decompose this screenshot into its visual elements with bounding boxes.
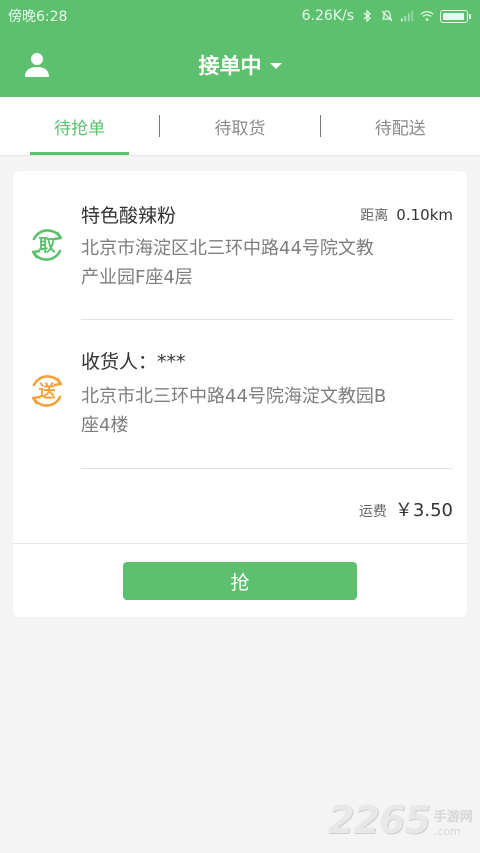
tab-pending-delivery[interactable]: 待配送 [321, 97, 480, 155]
card-divider [13, 543, 467, 544]
pickup-address-line: 北京市海淀区北三环中路44号院文教 [81, 238, 374, 259]
tab-pending-pickup[interactable]: 待取货 [160, 97, 319, 155]
fee-label: 运费 [358, 504, 387, 520]
site-watermark: 2265 手游网 .com [328, 798, 478, 842]
status-icons: 6.26K/s [301, 8, 471, 24]
fee-value: ￥3.50 [394, 500, 453, 521]
user-profile-icon[interactable] [22, 50, 52, 80]
delivery-address: 北京市北三环中路44号院海淀文教园B 座4楼 [81, 382, 453, 440]
watermark-cn: 手游网 [433, 810, 473, 825]
pickup-address: 北京市海淀区北三环中路44号院文教 产业园F座4层 [81, 234, 453, 292]
section-divider [81, 468, 453, 469]
pickup-address-line: 产业园F座4层 [81, 267, 193, 288]
signal-icon [400, 10, 414, 22]
delivery-icon-char: 送 [39, 381, 57, 402]
status-dropdown[interactable]: 接单中 [199, 50, 282, 80]
net-speed: 6.26K/s [301, 8, 354, 24]
status-time: 傍晚6:28 [8, 9, 68, 25]
pickup-icon-char: 取 [39, 236, 56, 256]
watermark-number: 2265 [328, 798, 431, 842]
receiver-name: 收货人：*** [81, 351, 186, 373]
distance: 距离 0.10km [360, 205, 453, 225]
tab-label: 待配送 [374, 118, 426, 139]
caret-down-icon [269, 63, 282, 69]
tab-label: 待抢单 [54, 118, 106, 139]
pickup-icon: 取 [31, 229, 63, 261]
distance-label: 距离 [360, 208, 389, 224]
watermark-com: .com [433, 825, 461, 838]
delivery-section: 送 收货人：*** 北京市北三环中路44号院海淀文教园B 座4楼 [13, 319, 467, 469]
tab-label: 待取货 [214, 118, 266, 139]
wifi-icon [420, 11, 434, 21]
shop-name: 特色酸辣粉 [81, 205, 177, 227]
tab-pending-grab[interactable]: 待抢单 [0, 97, 159, 155]
battery-icon [440, 9, 471, 23]
delivery-address-line: 座4楼 [81, 415, 129, 436]
pickup-section: 取 特色酸辣粉 距离 0.10km 北京市海淀区北三环中路44号院文教 产业园F座… [13, 171, 467, 319]
delivery-address-line: 北京市北三环中路44号院海淀文教园B [81, 386, 387, 407]
bluetooth-icon [363, 9, 371, 23]
order-card: 取 特色酸辣粉 距离 0.10km 北京市海淀区北三环中路44号院文教 产业园F座… [13, 171, 467, 617]
order-tabs: 待抢单 待取货 待配送 [0, 97, 480, 156]
delivery-fee: 运费 ￥3.50 [359, 496, 453, 522]
mute-bell-icon [381, 10, 393, 22]
status-bar: 傍晚6:28 6.26K/s [0, 0, 480, 32]
page-title: 接单中 [198, 53, 262, 78]
grab-order-button[interactable]: 抢 [123, 562, 357, 600]
delivery-icon: 送 [31, 375, 63, 407]
nav-bar: 接单中 [0, 32, 480, 97]
distance-value: 0.10km [396, 206, 453, 224]
